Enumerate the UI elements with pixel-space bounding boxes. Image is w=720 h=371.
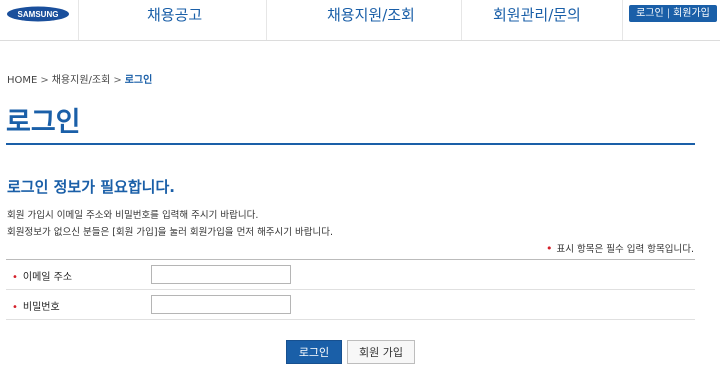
util-separator: | bbox=[666, 8, 671, 19]
page-title: 로그인 bbox=[6, 107, 81, 138]
nav-item-jobs[interactable]: 채용공고 bbox=[147, 4, 202, 25]
util-menu: 로그인 | 회원가입 bbox=[629, 5, 717, 22]
description-line-1: 회원 가입시 이메일 주소와 비밀번호를 입력해 주시기 바랍니다. bbox=[7, 210, 259, 221]
section-title: 로그인 정보가 필요합니다. bbox=[7, 178, 175, 196]
breadcrumb-arrow: > bbox=[113, 75, 122, 86]
login-button[interactable]: 로그인 bbox=[286, 340, 342, 364]
breadcrumb-apply-status[interactable]: 채용지원/조회 bbox=[52, 75, 111, 86]
required-note: • 표시 항목은 필수 입력 항목입니다. bbox=[546, 241, 694, 255]
logo-text: SAMSUNG bbox=[18, 10, 59, 19]
password-input[interactable] bbox=[151, 295, 291, 314]
password-label-text: 비밀번호 bbox=[22, 302, 60, 313]
email-label-text: 이메일 주소 bbox=[22, 272, 73, 283]
nav-divider bbox=[461, 0, 462, 40]
title-divider bbox=[6, 143, 695, 145]
password-label: • 비밀번호 bbox=[12, 298, 60, 313]
email-input[interactable] bbox=[151, 265, 291, 284]
join-button[interactable]: 회원 가입 bbox=[347, 340, 415, 364]
nav-item-apply-status[interactable]: 채용지원/조회 bbox=[327, 4, 415, 25]
top-header: SAMSUNG 채용공고 채용지원/조회 회원관리/문의 로그인 | 회원가입 bbox=[0, 0, 720, 41]
util-join-link[interactable]: 회원가입 bbox=[673, 8, 710, 19]
required-note-text: 표시 항목은 필수 입력 항목입니다. bbox=[556, 244, 694, 255]
breadcrumb-current: 로그인 bbox=[124, 75, 153, 86]
breadcrumb-arrow: > bbox=[40, 75, 49, 86]
nav-divider bbox=[78, 0, 79, 40]
email-label: • 이메일 주소 bbox=[12, 268, 72, 283]
description-line-2: 회원정보가 없으신 분들은 [회원 가입]을 눌러 회원가입을 먼저 해주시기 … bbox=[7, 227, 334, 238]
breadcrumb: HOME > 채용지원/조회 > 로그인 bbox=[7, 71, 152, 86]
password-row: • 비밀번호 bbox=[6, 290, 695, 320]
breadcrumb-home[interactable]: HOME bbox=[7, 75, 37, 86]
required-mark-icon: • bbox=[546, 242, 553, 255]
email-row: • 이메일 주소 bbox=[6, 260, 695, 290]
required-mark-icon: • bbox=[12, 272, 18, 283]
nav-divider bbox=[266, 0, 267, 40]
login-form: • 이메일 주소 • 비밀번호 bbox=[6, 259, 695, 320]
nav-item-member-inquiry[interactable]: 회원관리/문의 bbox=[493, 4, 581, 25]
util-login-link[interactable]: 로그인 bbox=[636, 8, 664, 19]
required-mark-icon: • bbox=[12, 302, 18, 313]
nav-divider bbox=[622, 0, 623, 40]
samsung-logo[interactable]: SAMSUNG bbox=[6, 6, 70, 22]
